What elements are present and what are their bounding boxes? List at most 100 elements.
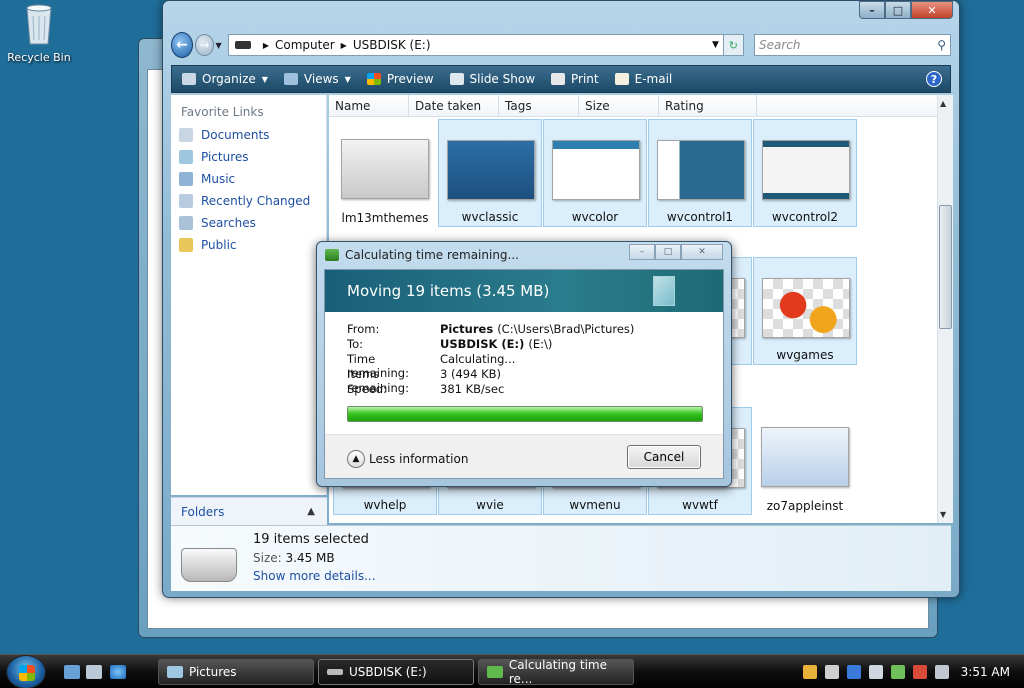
taskbar-item-usbdisk[interactable]: USBDISK (E:): [318, 659, 474, 685]
less-information-toggle[interactable]: ▲ Less information: [347, 450, 468, 468]
search-input[interactable]: Search ⚲: [753, 34, 952, 56]
printer-icon: [551, 73, 566, 85]
scroll-down-icon[interactable]: ▼: [940, 510, 946, 519]
organize-button[interactable]: Organize ▼: [182, 72, 268, 86]
dialog-minimize-button[interactable]: –: [629, 244, 655, 260]
scrollbar-thumb[interactable]: [939, 205, 952, 329]
show-more-details-link[interactable]: Show more details...: [253, 569, 376, 583]
window-controls: – □ ✕: [859, 1, 953, 19]
documents-icon: [179, 128, 193, 142]
selection-size: Size: 3.45 MB: [253, 551, 335, 565]
search-placeholder: Search: [758, 38, 801, 52]
less-information-label: Less information: [369, 452, 469, 466]
breadcrumb-computer[interactable]: Computer: [275, 38, 335, 52]
forward-button[interactable]: →: [194, 34, 214, 56]
email-button[interactable]: E-mail: [614, 72, 672, 86]
recent-pages-dropdown[interactable]: ▼: [216, 41, 224, 50]
refresh-button[interactable]: ↻: [723, 34, 744, 56]
to-label: To:: [347, 337, 363, 351]
breadcrumb-drive[interactable]: USBDISK (E:): [353, 38, 431, 52]
thumbnail-image: [762, 140, 850, 200]
column-date-taken[interactable]: Date taken: [409, 95, 499, 116]
time-label: Time remaining:: [347, 352, 409, 380]
scroll-up-icon[interactable]: ▲: [940, 99, 946, 108]
from-label: From:: [347, 322, 380, 336]
column-tags[interactable]: Tags: [499, 95, 579, 116]
file-label: wvie: [476, 498, 504, 512]
clock[interactable]: 3:51 AM: [961, 665, 1010, 679]
slideshow-icon: [449, 73, 464, 85]
preview-button[interactable]: Preview: [366, 72, 434, 86]
close-button[interactable]: ✕: [911, 1, 953, 19]
file-thumbnail[interactable]: wvcontrol1: [648, 119, 752, 227]
navigation-pane: Favorite Links Documents Pictures Music …: [171, 95, 327, 495]
chevron-up-icon: ▲: [307, 506, 315, 517]
recycle-bin[interactable]: Recycle Bin: [6, 2, 72, 64]
column-size[interactable]: Size: [579, 95, 659, 116]
music-icon: [179, 172, 193, 186]
folder-icon: [179, 238, 193, 252]
start-button[interactable]: [6, 655, 46, 688]
taskbar-item-label: Pictures: [189, 665, 237, 679]
column-name[interactable]: Name: [329, 95, 409, 116]
cancel-button[interactable]: Cancel: [627, 445, 701, 469]
speed-value: 381 KB/sec: [440, 382, 505, 396]
safely-remove-icon[interactable]: [890, 665, 905, 679]
nav-link-music[interactable]: Music: [179, 171, 326, 187]
thumbnail-image: [761, 427, 849, 487]
taskbar-item-label: USBDISK (E:): [349, 665, 427, 679]
vm-icon[interactable]: [824, 665, 839, 679]
breadcrumb-separator-icon[interactable]: ▶: [341, 41, 347, 50]
views-button[interactable]: Views ▼: [283, 72, 351, 86]
print-button[interactable]: Print: [551, 72, 599, 86]
show-desktop-icon[interactable]: [64, 665, 80, 679]
switch-windows-icon[interactable]: [86, 665, 102, 679]
thumbnail-image: [762, 278, 850, 338]
slideshow-button[interactable]: Slide Show: [449, 72, 535, 86]
back-button[interactable]: ←: [171, 32, 193, 58]
minimize-button[interactable]: –: [859, 1, 885, 19]
organize-icon: [182, 73, 196, 85]
nav-link-searches[interactable]: Searches: [179, 215, 326, 231]
nav-link-public[interactable]: Public: [179, 237, 326, 253]
file-thumbnail[interactable]: wvgames: [753, 257, 857, 365]
taskbar-item-progress[interactable]: Calculating time re...: [478, 658, 634, 686]
nav-link-recently-changed[interactable]: Recently Changed: [179, 193, 326, 209]
size-value: 3.45 MB: [285, 551, 335, 565]
address-dropdown-icon[interactable]: ▼: [712, 40, 719, 50]
chevron-up-icon: ▲: [347, 450, 365, 468]
dialog-maximize-button[interactable]: □: [655, 244, 681, 260]
drive-icon: [327, 669, 343, 675]
dialog-close-button[interactable]: ✕: [681, 244, 723, 260]
move-progress-dialog[interactable]: Calculating time remaining... – □ ✕ Movi…: [316, 241, 732, 487]
taskbar-item-pictures[interactable]: Pictures: [158, 659, 314, 685]
from-row: From: Pictures (C:\Users\Brad\Pictures): [347, 322, 723, 337]
address-bar[interactable]: ▶ Computer ▶ USBDISK (E:) ▼: [227, 34, 724, 56]
size-label: Size:: [253, 551, 282, 565]
display-icon[interactable]: [868, 665, 883, 679]
file-label: wvcontrol1: [666, 210, 734, 224]
file-thumbnail[interactable]: zo7appleinst: [753, 407, 857, 515]
progress-bar: [347, 406, 703, 422]
network-icon[interactable]: [912, 665, 927, 679]
file-thumbnail[interactable]: wvclassic: [438, 119, 542, 227]
column-rating[interactable]: Rating: [659, 95, 757, 116]
folders-toggle[interactable]: Folders ▲: [171, 497, 327, 525]
security-shield-icon[interactable]: [802, 665, 817, 679]
internet-explorer-icon[interactable]: [110, 665, 126, 679]
maximize-button[interactable]: □: [885, 1, 911, 19]
file-thumbnail[interactable]: wvcolor: [543, 119, 647, 227]
search-icon[interactable]: ⚲: [937, 38, 946, 52]
breadcrumb-separator-icon[interactable]: ▶: [263, 41, 269, 50]
bluetooth-icon[interactable]: [846, 665, 861, 679]
file-thumbnail[interactable]: wvcontrol2: [753, 119, 857, 227]
file-label: zo7appleinst: [766, 499, 844, 513]
nav-link-pictures[interactable]: Pictures: [179, 149, 326, 165]
file-thumbnail[interactable]: lm13mthemes: [333, 119, 437, 227]
volume-icon[interactable]: [934, 665, 949, 679]
transfer-details: From: Pictures (C:\Users\Brad\Pictures) To…: [325, 312, 723, 397]
nav-link-documents[interactable]: Documents: [179, 127, 326, 143]
vertical-scrollbar[interactable]: ▲ ▼: [937, 95, 953, 523]
help-icon[interactable]: ?: [926, 71, 942, 87]
pictures-icon: [179, 150, 193, 164]
